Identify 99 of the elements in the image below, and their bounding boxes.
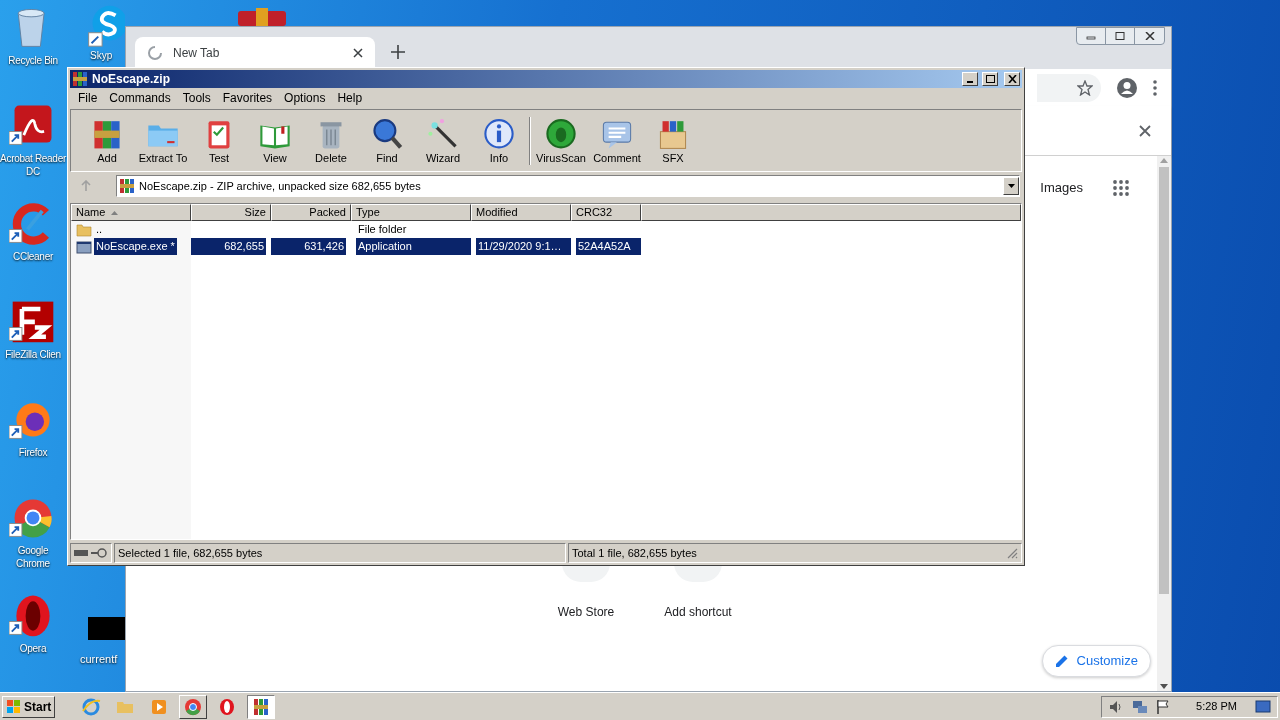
pencil-icon <box>1054 654 1069 668</box>
restore-icon <box>1115 32 1125 40</box>
desktop-icon-label: CCleaner <box>13 250 53 263</box>
column-header[interactable]: Packed <box>271 204 351 221</box>
taskbar-button[interactable] <box>247 694 276 719</box>
search-icon <box>370 116 404 150</box>
column-label: CRC32 <box>576 205 613 221</box>
resize-grip-icon <box>1006 547 1018 559</box>
path-field[interactable]: NoEscape.zip - ZIP archive, unpacked size 682,655 bytes <box>116 175 1020 197</box>
desktop-icon-label: FileZilla Clien <box>5 348 61 361</box>
network-icon[interactable] <box>1132 698 1149 715</box>
toolbar-button[interactable]: Info <box>471 112 527 169</box>
maximize-button[interactable] <box>982 72 998 86</box>
table-cell: 52A4A52A <box>576 238 641 255</box>
start-button[interactable]: Start <box>2 695 56 718</box>
desktop-icon-label: currentf <box>80 652 118 667</box>
chrome-icon <box>183 696 204 717</box>
scroll-down-icon[interactable] <box>1160 684 1168 689</box>
table-cell: 682,655 <box>191 238 266 255</box>
windows-flag-icon <box>6 698 22 715</box>
desktop-icon-label: Recycle Bin <box>8 54 58 67</box>
menu-item[interactable]: Favorites <box>216 89 279 107</box>
info-icon <box>482 116 516 150</box>
apps-grid-icon[interactable] <box>1113 179 1129 196</box>
application-icon <box>76 239 92 254</box>
flag-icon[interactable] <box>1156 698 1171 715</box>
toolbar-button[interactable]: View <box>247 112 303 169</box>
clock[interactable]: 5:28 PM <box>1196 698 1237 715</box>
archive-icon[interactable] <box>238 8 286 26</box>
desktop-icon-label: Firefox <box>18 446 48 459</box>
star-icon[interactable] <box>1077 79 1093 96</box>
scroll-thumb[interactable] <box>1159 167 1169 594</box>
toolbar-button[interactable]: Find <box>359 112 415 169</box>
window-title: NoEscape.zip <box>92 71 172 88</box>
path-text: NoEscape.zip - ZIP archive, unpacked size 682,655 bytes <box>139 178 422 194</box>
column-label: Modified <box>476 205 518 221</box>
toolbar-button[interactable]: VirusScan <box>533 112 589 169</box>
tab-title: New Tab <box>173 45 221 62</box>
maximize-icon <box>985 75 995 83</box>
menu-item[interactable]: Tools <box>176 89 217 107</box>
close-icon[interactable] <box>1139 124 1151 137</box>
column-label: Type <box>356 205 380 221</box>
column-header[interactable]: Modified <box>471 204 571 221</box>
column-header[interactable]: Name <box>71 204 191 221</box>
table-cell-text: File folder <box>357 222 408 238</box>
toolbar-button[interactable]: Extract To <box>135 112 191 169</box>
column-header[interactable]: Type <box>351 204 471 221</box>
column-label: Packed <box>309 205 346 221</box>
table-cell: 11/29/2020 9:1… <box>476 238 571 255</box>
browser-tab[interactable]: New Tab <box>135 37 375 69</box>
toolbar-button[interactable]: Wizard <box>415 112 471 169</box>
customize-button[interactable]: Customize <box>1041 645 1151 677</box>
toolbar-button[interactable]: Test <box>191 112 247 169</box>
archive-icon <box>119 178 135 194</box>
table-cell-text: .. <box>95 222 104 238</box>
account-icon[interactable] <box>1117 77 1137 98</box>
close-button[interactable] <box>1004 72 1020 86</box>
status-text: Selected 1 file, 682,655 bytes <box>118 545 263 561</box>
toolbar-button[interactable]: Delete <box>303 112 359 169</box>
file-row[interactable]: NoEscape.exe * 682,655 631,426 Application 11/29/2020 9:1… 52A4A52A <box>71 238 1021 255</box>
file-row[interactable]: .. File folder <box>71 221 1021 238</box>
desktop-icon-label: Acrobat Reader DC <box>0 152 66 178</box>
shortcut-label: Web Store <box>557 604 615 621</box>
table-cell: 631,426 <box>271 238 346 255</box>
address-bar[interactable] <box>1037 73 1101 102</box>
close-icon[interactable] <box>353 48 363 58</box>
toolbar-button[interactable]: Comment <box>589 112 645 169</box>
close-icon <box>1007 75 1017 83</box>
loading-spinner-icon <box>147 45 163 61</box>
column-label: Name <box>76 205 106 221</box>
menu-item[interactable]: Options <box>278 89 332 107</box>
table-cell: NoEscape.exe * <box>94 238 177 255</box>
sort-arrow-icon <box>111 210 119 215</box>
desktop-icon-label: Google Chrome <box>15 544 51 570</box>
caret-icon <box>1007 184 1015 188</box>
show-desktop-icon[interactable] <box>1255 699 1271 714</box>
archive-icon <box>72 71 88 87</box>
column-label: Size <box>244 205 266 221</box>
column-header[interactable]: Size <box>191 204 271 221</box>
new-tab-icon[interactable] <box>391 45 405 59</box>
dropdown-button[interactable] <box>1003 177 1019 195</box>
shortcut-label: Add shortcut <box>664 604 732 621</box>
close-icon <box>1144 32 1155 40</box>
up-arrow-icon <box>80 180 92 192</box>
file-thumbnail-icon[interactable] <box>88 617 125 640</box>
table-cell: Application <box>356 238 471 255</box>
toolbar-button[interactable]: Add <box>79 112 135 169</box>
images-link[interactable]: Images <box>1040 178 1083 198</box>
menu-item[interactable]: File <box>72 89 104 107</box>
desktop-icon-label: Skyp <box>89 50 113 62</box>
desktop-icon-label: Opera <box>19 642 47 655</box>
status-text: Total 1 file, 682,655 bytes <box>572 545 697 561</box>
drive-key-icon <box>73 548 109 558</box>
menu-item[interactable]: Commands <box>103 89 177 107</box>
menu-icon[interactable] <box>1153 79 1157 96</box>
column-header[interactable]: CRC32 <box>571 204 641 221</box>
menu-item[interactable]: Help <box>331 89 369 107</box>
toolbar-button[interactable]: SFX <box>645 112 701 169</box>
ie-icon <box>81 696 102 717</box>
